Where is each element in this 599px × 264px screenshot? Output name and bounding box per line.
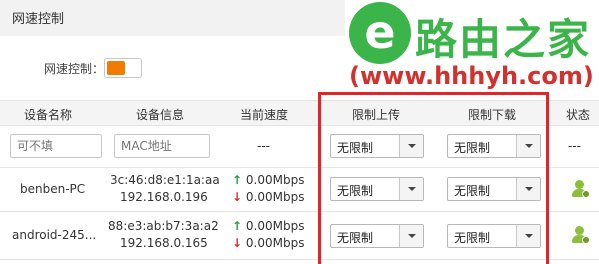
header-status: 状态 — [566, 108, 591, 122]
speed-control-toggle[interactable] — [104, 58, 142, 78]
panel-title: 网速控制 — [12, 12, 65, 27]
watermark-brand: 路由之家 — [415, 15, 592, 64]
download-limit-value: 无限制 — [454, 184, 491, 198]
upload-limit-select[interactable]: 无限制 — [330, 134, 424, 158]
download-limit-select[interactable]: 无限制 — [447, 134, 541, 158]
table-row: benben-PC 3c:46:d8:e1:1a:aa 192.168.0.19… — [0, 168, 599, 212]
device-ip: 192.168.0.165 — [120, 236, 208, 250]
upload-limit-select[interactable]: 无限制 — [330, 224, 424, 248]
header-download-limit: 限制下载 — [468, 108, 517, 122]
chevron-down-icon[interactable] — [399, 178, 423, 200]
device-name: android-245... — [12, 228, 97, 242]
chevron-down-icon[interactable] — [399, 135, 423, 157]
upload-speed-value: 0.00Mbps — [245, 173, 305, 187]
status-placeholder: --- — [568, 139, 581, 153]
header-device-info: 设备信息 — [136, 108, 185, 122]
download-speed: ↓ 0.00Mbps — [232, 190, 304, 204]
speed-control-label: 网速控制： — [44, 62, 105, 76]
download-speed-value: 0.00Mbps — [245, 190, 305, 204]
download-limit-select[interactable]: 无限制 — [447, 177, 541, 201]
header-upload-limit: 限制上传 — [352, 108, 401, 122]
upload-speed: ↑ 0.00Mbps — [232, 173, 304, 187]
table-row-add: --- 无限制 无限制 --- — [0, 126, 599, 168]
logo-e-icon: e — [364, 5, 396, 59]
chevron-down-icon[interactable] — [516, 178, 540, 200]
table-header: 设备名称 设备信息 当前速度 限制上传 限制下载 状态 — [0, 100, 599, 126]
upload-limit-value: 无限制 — [337, 231, 374, 245]
watermark-logo: e 路由之家 (www.hhhyh.com) — [345, 0, 599, 100]
speed-control-row: 网速控制： — [0, 56, 300, 80]
device-mac: 88:e3:ab:b7:3a:a2 — [108, 219, 219, 233]
device-ip: 192.168.0.196 — [120, 190, 208, 204]
user-online-icon[interactable] — [572, 180, 590, 198]
toggle-knob — [107, 61, 125, 75]
header-device-name: 设备名称 — [24, 108, 73, 122]
download-limit-value: 无限制 — [454, 141, 491, 155]
download-speed-value: 0.00Mbps — [245, 236, 305, 250]
download-limit-select[interactable]: 无限制 — [447, 224, 541, 248]
arrow-down-icon: ↓ — [232, 190, 243, 204]
device-name-input[interactable] — [10, 134, 102, 158]
watermark-url: (www.hhhyh.com) — [349, 62, 594, 90]
user-online-icon[interactable] — [572, 226, 590, 244]
chevron-down-icon[interactable] — [516, 135, 540, 157]
download-limit-value: 无限制 — [454, 231, 491, 245]
speed-placeholder: --- — [257, 139, 270, 153]
chevron-down-icon[interactable] — [399, 225, 423, 247]
upload-speed: ↑ 0.00Mbps — [232, 219, 304, 233]
chevron-down-icon[interactable] — [516, 225, 540, 247]
mac-address-input[interactable] — [114, 134, 210, 158]
table-row: android-245... 88:e3:ab:b7:3a:a2 192.168… — [0, 212, 599, 260]
download-speed: ↓ 0.00Mbps — [232, 236, 304, 250]
upload-limit-value: 无限制 — [337, 184, 374, 198]
header-current-speed: 当前速度 — [240, 108, 289, 122]
arrow-down-icon: ↓ — [232, 236, 243, 250]
upload-limit-select[interactable]: 无限制 — [330, 177, 424, 201]
arrow-up-icon: ↑ — [232, 173, 243, 187]
upload-speed-value: 0.00Mbps — [245, 219, 305, 233]
device-name: benben-PC — [20, 182, 86, 196]
arrow-up-icon: ↑ — [232, 219, 243, 233]
device-mac: 3c:46:d8:e1:1a:aa — [110, 173, 220, 187]
upload-limit-value: 无限制 — [337, 141, 374, 155]
